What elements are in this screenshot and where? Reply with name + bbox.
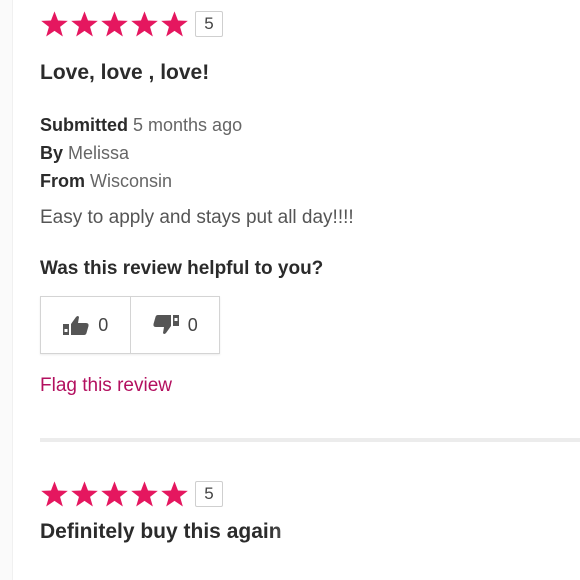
author-row: By Melissa — [40, 139, 242, 167]
review-card: 5 Love, love , love! Submitted 5 months … — [40, 10, 580, 396]
thumbs-down-icon — [152, 314, 180, 336]
helpful-no-count: 0 — [187, 314, 198, 335]
page-edge — [0, 0, 13, 580]
star-icon — [130, 10, 159, 38]
review-title: Love, love , love! — [40, 61, 210, 84]
submitted-value: 5 months ago — [133, 115, 243, 135]
star-icon — [40, 10, 69, 38]
review-title: Definitely buy this again — [40, 520, 282, 543]
helpful-question: Was this review helpful to you? — [40, 258, 324, 279]
flag-review-link[interactable]: Flag this review — [40, 375, 172, 397]
stars — [40, 10, 189, 38]
submitted-row: Submitted 5 months ago — [40, 111, 242, 139]
location-label: From — [40, 171, 85, 191]
review-card: 5 Definitely buy this again — [40, 480, 580, 543]
star-icon — [40, 480, 69, 508]
rating-badge: 5 — [195, 11, 223, 37]
thumbs-up-icon — [62, 314, 90, 336]
author-value: Melissa — [68, 143, 130, 163]
helpful-vote-box: 0 0 — [40, 296, 220, 354]
star-icon — [100, 480, 129, 508]
location-value: Wisconsin — [90, 171, 173, 191]
star-icon — [130, 480, 159, 508]
helpful-no-button[interactable]: 0 — [129, 297, 220, 353]
star-icon — [70, 10, 99, 38]
star-icon — [100, 10, 129, 38]
stars — [40, 480, 189, 508]
review-body: Easy to apply and stays put all day!!!! — [40, 207, 354, 228]
helpful-yes-count: 0 — [98, 314, 109, 335]
rating-badge: 5 — [195, 481, 223, 507]
star-rating: 5 — [40, 480, 580, 508]
star-icon — [160, 10, 189, 38]
star-icon — [160, 480, 189, 508]
location-row: From Wisconsin — [40, 167, 242, 195]
submitted-label: Submitted — [40, 115, 128, 135]
review-divider — [40, 438, 580, 442]
star-rating: 5 — [40, 10, 580, 38]
author-label: By — [40, 143, 64, 163]
review-meta: Submitted 5 months ago By Melissa From W… — [40, 111, 242, 195]
star-icon — [70, 480, 99, 508]
helpful-yes-button[interactable]: 0 — [41, 297, 130, 353]
